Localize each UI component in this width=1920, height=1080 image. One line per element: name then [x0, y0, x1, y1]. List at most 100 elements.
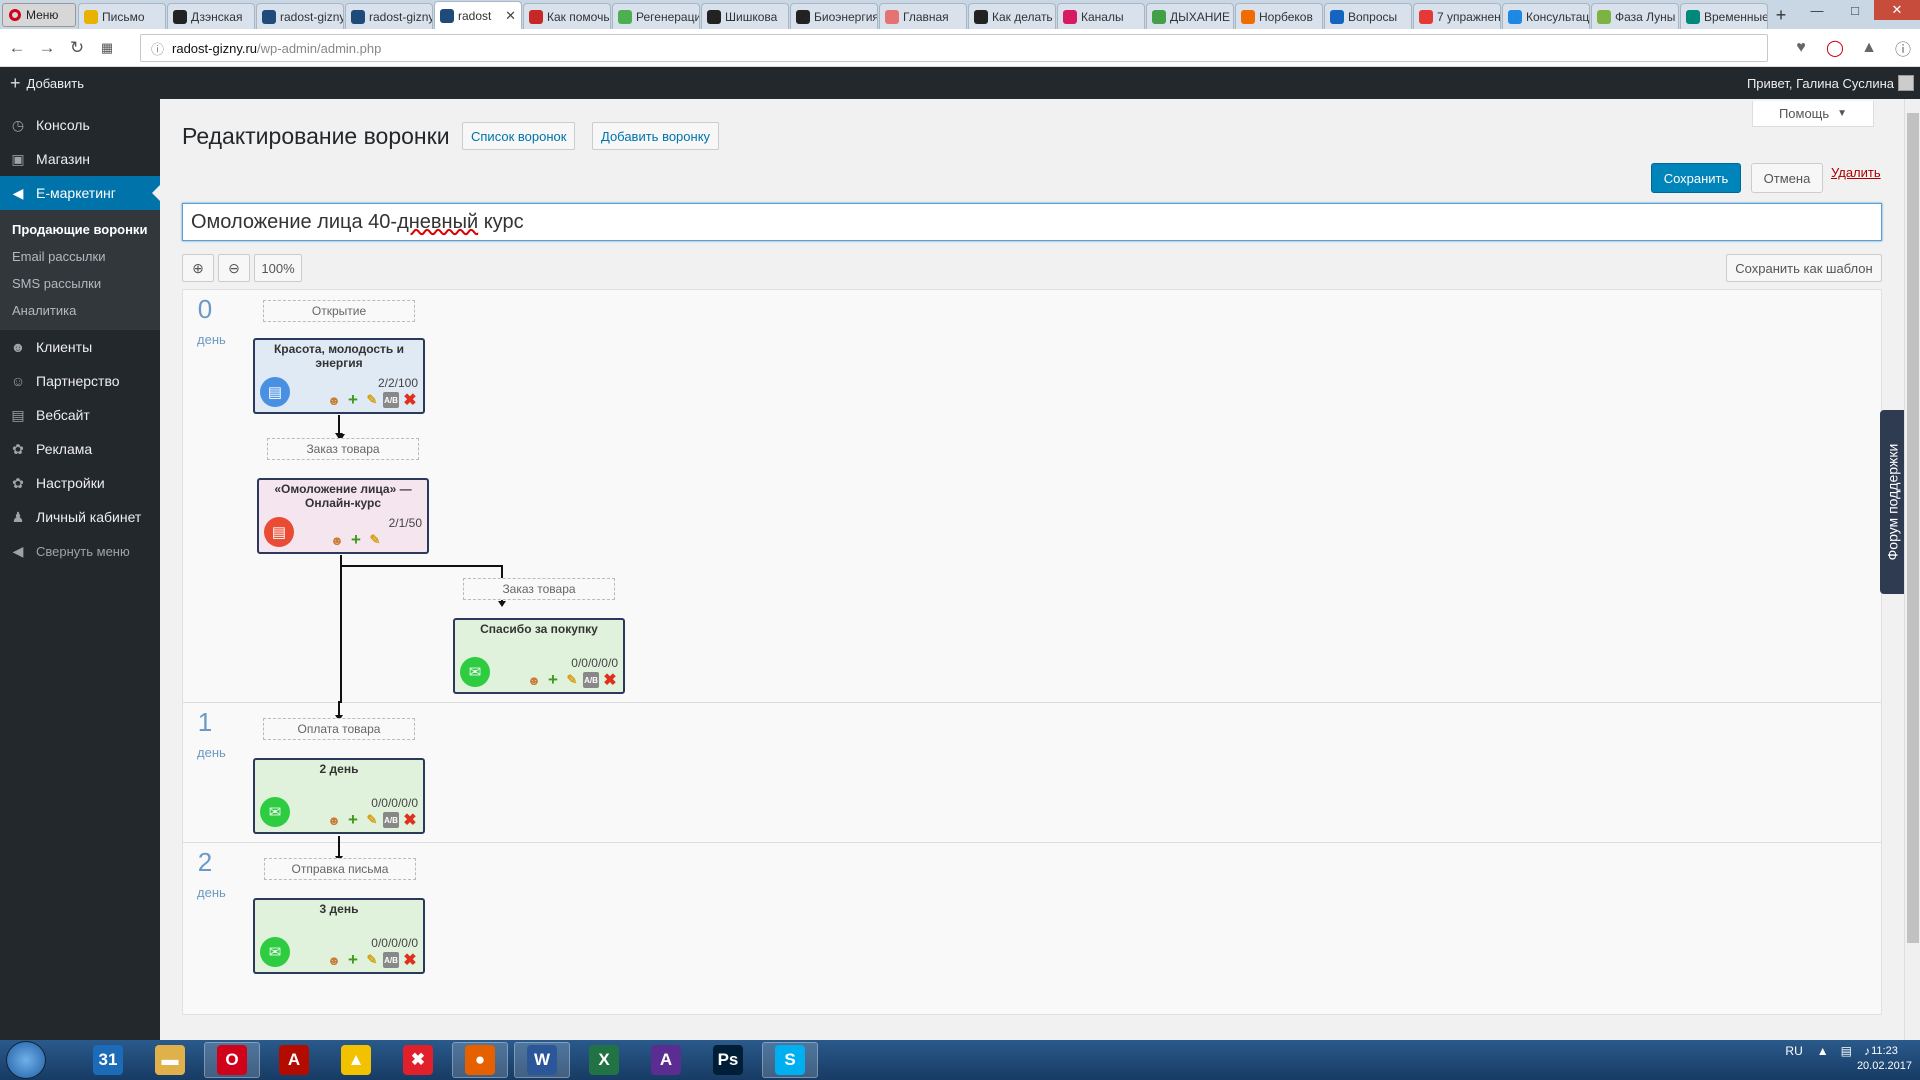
subscribers-icon[interactable]: ☻ — [326, 952, 342, 968]
trigger-open[interactable]: Открытие — [263, 300, 415, 322]
back-button[interactable]: ← — [4, 35, 30, 61]
close-tab-icon[interactable]: ✕ — [505, 8, 516, 24]
zoom-level[interactable]: 100% — [254, 254, 302, 282]
funnel-name-input[interactable]: Омоложение лица 40- дневный курс — [182, 203, 1882, 241]
subscribers-icon[interactable]: ☻ — [329, 532, 345, 548]
browser-tab[interactable]: Регенерация — [612, 3, 700, 29]
sidebar-item[interactable]: ✿ Настройки — [0, 466, 160, 500]
browser-tab[interactable]: radost ✕ — [434, 1, 522, 29]
scrollbar-thumb[interactable] — [1907, 113, 1919, 943]
submenu-item[interactable]: Аналитика — [0, 297, 160, 324]
cancel-button[interactable]: Отмена — [1751, 163, 1823, 193]
ab-test-icon[interactable]: A/B — [583, 672, 599, 688]
taskbar-archicad-icon[interactable]: ▲ — [328, 1042, 384, 1078]
browser-tab[interactable]: Биоэнергия — [790, 3, 878, 29]
browser-tab[interactable]: Дзэнская — [167, 3, 255, 29]
add-step-icon[interactable]: + — [348, 530, 364, 549]
support-forum-tab[interactable]: Форум поддержки — [1880, 410, 1904, 594]
opera-icon[interactable]: ◯ — [1818, 34, 1852, 62]
browser-tab[interactable]: Шишкова — [701, 3, 789, 29]
sidebar-item[interactable]: ◀ E-маркетинг — [0, 176, 160, 210]
browser-tab[interactable]: ДЫХАНИЕ — [1146, 3, 1234, 29]
browser-tab[interactable]: Письмо — [78, 3, 166, 29]
page-scrollbar[interactable] — [1904, 99, 1920, 1040]
browser-tab[interactable]: Консультации — [1502, 3, 1590, 29]
clock[interactable]: 11:23 20.02.2017 — [1857, 1044, 1912, 1074]
help-button[interactable]: Помощь ▼ — [1752, 101, 1874, 127]
trigger-order[interactable]: Заказ товара — [267, 438, 419, 460]
vpn-icon[interactable]: ▲ — [1852, 34, 1886, 62]
delete-icon[interactable]: ✖ — [402, 392, 418, 409]
user-greeting[interactable]: Привет, Галина Суслина — [1747, 67, 1894, 99]
edit-icon[interactable]: ✎ — [564, 672, 580, 688]
subscribers-icon[interactable]: ☻ — [326, 812, 342, 828]
browser-tab[interactable]: Временные — [1680, 3, 1768, 29]
subscribers-icon[interactable]: ☻ — [526, 672, 542, 688]
start-button[interactable] — [6, 1041, 46, 1079]
subscribers-icon[interactable]: ☻ — [326, 392, 342, 408]
add-step-icon[interactable]: + — [345, 950, 361, 969]
download-icon[interactable]: ⓘ — [1886, 34, 1920, 62]
taskbar-excel-icon[interactable]: X — [576, 1042, 632, 1078]
funnel-node-email[interactable]: 2 день 0/0/0/0/0 ✉ ☻ + ✎ A/B ✖ — [253, 758, 425, 834]
trigger-payment[interactable]: Оплата товара — [263, 718, 415, 740]
opera-menu-button[interactable]: Меню — [2, 3, 76, 27]
zoom-in-button[interactable]: ⊕ — [182, 254, 214, 282]
browser-tab[interactable]: radost-gizny — [256, 3, 344, 29]
minimize-button[interactable]: — — [1798, 0, 1836, 20]
submenu-item[interactable]: SMS рассылки — [0, 270, 160, 297]
ab-test-icon[interactable]: A/B — [383, 812, 399, 828]
sidebar-item[interactable]: ☺ Партнерство — [0, 364, 160, 398]
browser-tab[interactable]: Как помочь — [523, 3, 611, 29]
taskbar-firefox-icon[interactable]: ● — [452, 1042, 508, 1078]
delete-icon[interactable]: ✖ — [402, 952, 418, 969]
edit-icon[interactable]: ✎ — [367, 532, 383, 548]
zoom-out-button[interactable]: ⊖ — [218, 254, 250, 282]
sidebar-item[interactable]: ♟ Личный кабинет — [0, 500, 160, 534]
sidebar-item[interactable]: ☻ Клиенты — [0, 330, 160, 364]
maximize-button[interactable]: □ — [1836, 0, 1874, 20]
browser-tab[interactable]: Норбеков — [1235, 3, 1323, 29]
sidebar-item[interactable]: ▤ Вебсайт — [0, 398, 160, 432]
sidebar-item[interactable]: ▣ Магазин — [0, 142, 160, 176]
taskbar-acrobat-icon[interactable]: A — [266, 1042, 322, 1078]
taskbar-opera-icon[interactable]: O — [204, 1042, 260, 1078]
browser-tab[interactable]: Главная — [879, 3, 967, 29]
add-funnel-button[interactable]: Добавить воронку — [592, 122, 720, 150]
funnel-node-email[interactable]: 3 день 0/0/0/0/0 ✉ ☻ + ✎ A/B ✖ — [253, 898, 425, 974]
add-step-icon[interactable]: + — [345, 810, 361, 829]
funnel-list-button[interactable]: Список воронок — [462, 122, 576, 150]
add-step-icon[interactable]: + — [545, 670, 561, 689]
browser-tab[interactable]: radost-gizny — [345, 3, 433, 29]
sidebar-item[interactable]: ◷ Консоль — [0, 108, 160, 142]
avatar[interactable] — [1898, 75, 1914, 91]
taskbar-explorer-icon[interactable]: ▬ — [142, 1042, 198, 1078]
edit-icon[interactable]: ✎ — [364, 952, 380, 968]
tray-arrow-icon[interactable]: ▲ — [1817, 1044, 1829, 1058]
taskbar-skype-icon[interactable]: S — [762, 1042, 818, 1078]
collapse-menu-button[interactable]: ◀ Свернуть меню — [0, 534, 160, 568]
forward-button[interactable]: → — [34, 35, 60, 61]
speed-dial-icon[interactable]: ▦ — [94, 35, 120, 61]
browser-tab[interactable]: 7 упражнений — [1413, 3, 1501, 29]
save-as-template-button[interactable]: Сохранить как шаблон — [1726, 254, 1882, 282]
sidebar-item[interactable]: ✿ Реклама — [0, 432, 160, 466]
ab-test-icon[interactable]: A/B — [383, 392, 399, 408]
taskbar-calendar-icon[interactable]: 31 — [80, 1042, 136, 1078]
taskbar-xmind-icon[interactable]: ✖ — [390, 1042, 446, 1078]
reload-button[interactable]: ↻ — [64, 35, 90, 61]
network-icon[interactable]: ▤ — [1841, 1044, 1852, 1058]
add-new-menu[interactable]: + Добавить — [10, 73, 84, 94]
edit-icon[interactable]: ✎ — [364, 392, 380, 408]
delete-icon[interactable]: ✖ — [602, 672, 618, 689]
funnel-node-product[interactable]: «Омоложение лица» — Онлайн-курс 2/1/50 ▤… — [257, 478, 429, 554]
trigger-email-sent[interactable]: Отправка письма — [264, 858, 416, 880]
language-indicator[interactable]: RU — [1785, 1044, 1802, 1058]
delete-icon[interactable]: ✖ — [402, 812, 418, 829]
browser-tab[interactable]: Фаза Луны — [1591, 3, 1679, 29]
taskbar-fontmanager-icon[interactable]: A — [638, 1042, 694, 1078]
url-input[interactable]: ⓘ radost-gizny.ru/wp-admin/admin.php — [140, 34, 1768, 62]
add-step-icon[interactable]: + — [345, 390, 361, 409]
close-window-button[interactable]: ✕ — [1874, 0, 1920, 20]
delete-link[interactable]: Удалить — [1831, 165, 1881, 180]
